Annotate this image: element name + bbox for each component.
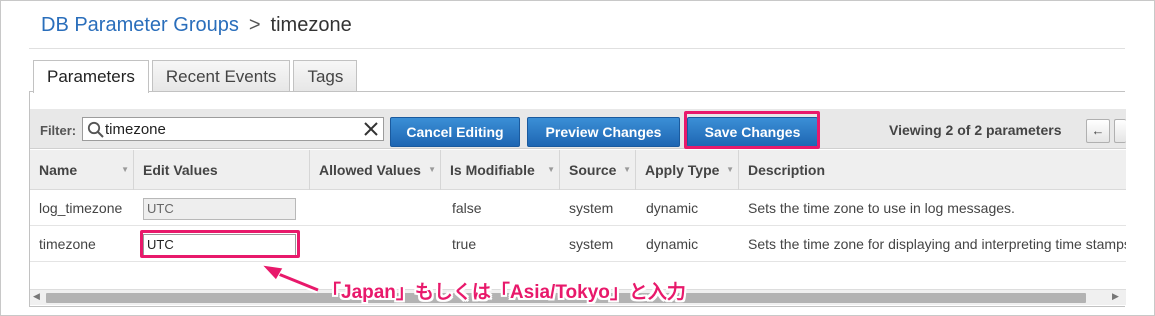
annotation-text: 「Japan」もしくは「Asia/Tokyo」と入力 [322,282,686,303]
tab-parameters[interactable]: Parameters [33,60,149,93]
annotation-arrow-icon [260,264,320,294]
